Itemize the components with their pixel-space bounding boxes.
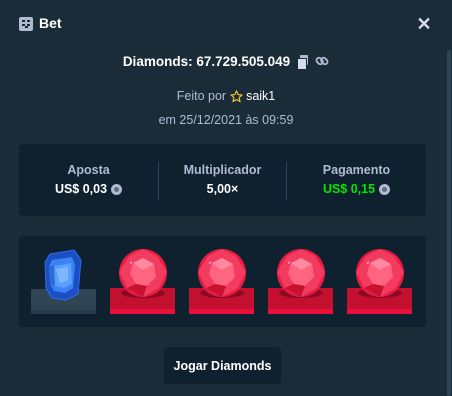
modal-header: Bet ✕ [0,0,452,48]
litecoin-icon [111,183,123,195]
game-title-row: Diamonds: 67.729.505.049 [0,52,452,70]
stat-multiplier-label: Multiplicador [183,163,262,177]
game-title: Diamonds: 67.729.505.049 [122,53,291,69]
stat-multiplier: Multiplicador 5,00× [159,144,286,216]
gems-board [19,236,426,327]
stat-payout-label: Pagamento [322,163,391,177]
stat-payout: Pagamento US$ 0,15 [287,144,426,216]
bet-modal: Bet ✕ Diamonds: 67.729.505.049 Feito por… [0,0,452,396]
gem-slot-2 [109,236,176,327]
stats-panel: Aposta US$ 0,03 Multiplicador 5,00× Paga… [19,144,426,216]
red-gem-icon [347,249,412,314]
red-gem-icon [110,249,175,314]
litecoin-icon [379,183,391,195]
user-link[interactable]: saik1 [246,89,275,103]
gem-slot-4 [267,236,334,327]
close-icon[interactable]: ✕ [415,14,433,34]
stat-payout-value: US$ 0,15 [322,182,376,196]
stat-bet-value: US$ 0,03 [54,182,108,196]
stat-multiplier-value: 5,00× [206,182,239,196]
bet-date: em 25/12/2021 às 09:59 [158,113,294,127]
modal-title: Bet [39,15,62,31]
gem-slot-5 [346,236,413,327]
red-gem-icon [189,249,254,314]
stat-payout-value-row: US$ 0,15 [287,182,426,196]
stat-bet-value-row: US$ 0,03 [19,182,158,196]
stat-multiplier-value-row: 5,00× [159,182,286,196]
made-by-line: Feito por saik1 [0,89,452,103]
star-icon [230,89,243,102]
play-diamonds-button[interactable]: Jogar Diamonds [164,347,281,384]
red-gem-icon [268,249,333,314]
gem-slot-1 [30,236,97,327]
stat-bet-label: Aposta [67,163,110,177]
link-icon[interactable] [315,54,329,68]
stat-bet: Aposta US$ 0,03 [19,144,158,216]
copy-icon[interactable] [297,54,309,70]
gem-slot-3 [188,236,255,327]
made-by-prefix: Feito por [176,89,227,103]
blue-gem-icon [31,249,96,314]
bet-slip-icon [19,17,33,31]
